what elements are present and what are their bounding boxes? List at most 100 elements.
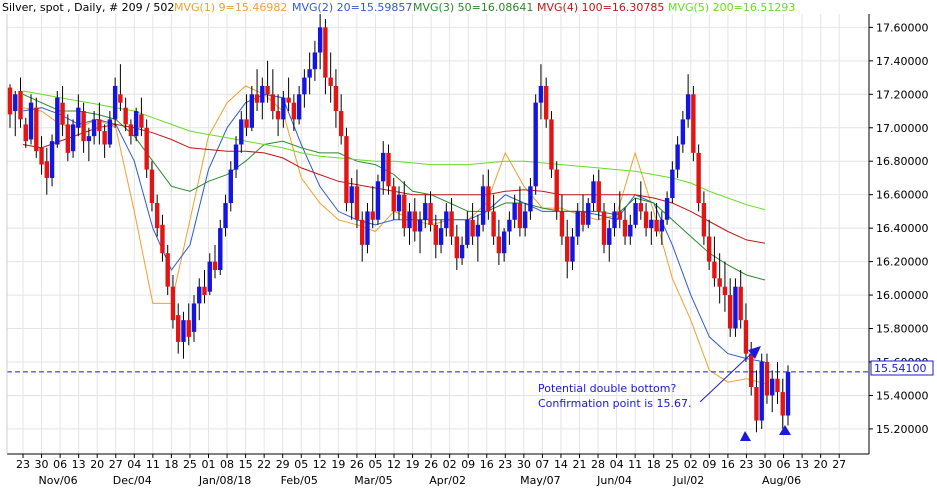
candle-body — [501, 231, 507, 254]
y-tick-label: 16.20000 — [876, 256, 929, 269]
ma-label-5: MVG(5) 200=16.51293 — [668, 1, 795, 14]
candle-body — [654, 219, 659, 232]
y-tick-label: 16.00000 — [876, 289, 929, 302]
x-day-label: 13 — [795, 458, 809, 471]
x-day-label: 20 — [90, 458, 104, 471]
candle-body — [133, 111, 139, 137]
candle-body — [428, 203, 433, 225]
candle-body — [386, 152, 391, 187]
candle-body — [154, 203, 160, 229]
x-month-label: Nov/06 — [39, 474, 78, 487]
candle-body — [144, 127, 149, 170]
candle-body — [664, 198, 670, 220]
candle-body — [91, 119, 97, 137]
candle-body — [349, 186, 354, 204]
candle-body — [528, 186, 533, 212]
annotation-line-2: Confirmation point is 15.67. — [538, 397, 691, 410]
y-tick-label: 16.40000 — [876, 222, 929, 235]
candle-body — [265, 85, 270, 95]
x-day-label: 19 — [331, 458, 345, 471]
y-tick-label: 17.40000 — [876, 55, 929, 68]
candle-body — [402, 194, 407, 229]
candle-body — [680, 119, 686, 145]
candle-body — [118, 94, 123, 103]
candle-body — [433, 224, 438, 245]
x-day-label: 30 — [35, 458, 49, 471]
x-day-label: 29 — [276, 458, 290, 471]
x-day-label: 04 — [127, 458, 141, 471]
candle-body — [733, 286, 738, 329]
candle-body — [312, 52, 318, 70]
x-day-label: 23 — [16, 458, 30, 471]
candle-body — [580, 211, 586, 225]
candle-body — [39, 147, 44, 165]
y-tick-label: 17.60000 — [876, 21, 929, 34]
candle-body — [149, 169, 155, 204]
x-day-label: 30 — [517, 458, 531, 471]
x-day-label: 23 — [739, 458, 753, 471]
candle-body — [328, 77, 333, 86]
candle-body — [233, 144, 239, 170]
candle-body — [764, 361, 770, 396]
x-day-label: 07 — [535, 458, 549, 471]
candle-body — [260, 85, 265, 103]
ma-label-2: MVG(2) 20=15.59857 — [292, 1, 412, 14]
candle-body — [543, 85, 549, 120]
candle-body — [438, 228, 444, 245]
plot-background — [7, 14, 869, 454]
candle-body — [770, 378, 775, 396]
candle-body — [197, 286, 202, 304]
candle-body — [165, 253, 170, 287]
candle-body — [449, 211, 454, 237]
candle-body — [13, 94, 18, 112]
candle-body — [396, 194, 402, 212]
candle-body — [633, 203, 638, 225]
x-day-label: 18 — [647, 458, 661, 471]
candle-body — [749, 353, 754, 388]
x-day-label: 02 — [684, 458, 698, 471]
x-day-label: 23 — [498, 458, 512, 471]
last-price-tag: 15.54100 — [870, 360, 934, 376]
candle-body — [49, 141, 55, 178]
candle-body — [412, 211, 417, 232]
candle-body — [549, 119, 554, 170]
candle-body — [780, 392, 785, 416]
candle-body — [586, 203, 591, 225]
chart-window: 17.60000 17.40000 17.20000 17.00000 16.80000… — [0, 0, 937, 493]
candle-body — [170, 286, 176, 321]
candle-body — [533, 102, 538, 187]
candle-body — [675, 144, 680, 170]
candle-body — [249, 94, 255, 128]
candle-body — [743, 320, 749, 354]
candle-body — [7, 87, 13, 115]
x-day-label: 15 — [239, 458, 253, 471]
candle-body — [207, 261, 212, 292]
candle-body — [239, 119, 244, 145]
candle-body — [275, 111, 281, 120]
candle-body — [281, 97, 286, 120]
candle-body — [223, 203, 228, 229]
candle-body — [370, 211, 375, 220]
y-tick-label: 16.80000 — [876, 155, 929, 168]
candle-body — [244, 119, 249, 128]
x-day-label: 27 — [832, 458, 846, 471]
candle-body — [365, 211, 370, 245]
candle-body — [685, 94, 691, 120]
candle-body — [254, 94, 260, 103]
candle-body — [607, 228, 612, 245]
x-day-label: 05 — [368, 458, 382, 471]
candle-body — [317, 27, 323, 53]
candle-body — [375, 181, 381, 220]
candle-body — [517, 203, 523, 229]
candle-body — [381, 152, 386, 182]
x-day-label: 28 — [591, 458, 605, 471]
annotation-line-1: Potential double bottom? — [538, 382, 676, 395]
candle-body — [659, 219, 665, 232]
x-day-label: 16 — [480, 458, 494, 471]
x-day-label: 26 — [424, 458, 438, 471]
candle-body — [291, 102, 297, 120]
candle-body — [360, 219, 365, 245]
y-tick-label: 15.40000 — [876, 389, 929, 402]
candle-body — [176, 315, 181, 342]
candle-body — [139, 114, 144, 128]
